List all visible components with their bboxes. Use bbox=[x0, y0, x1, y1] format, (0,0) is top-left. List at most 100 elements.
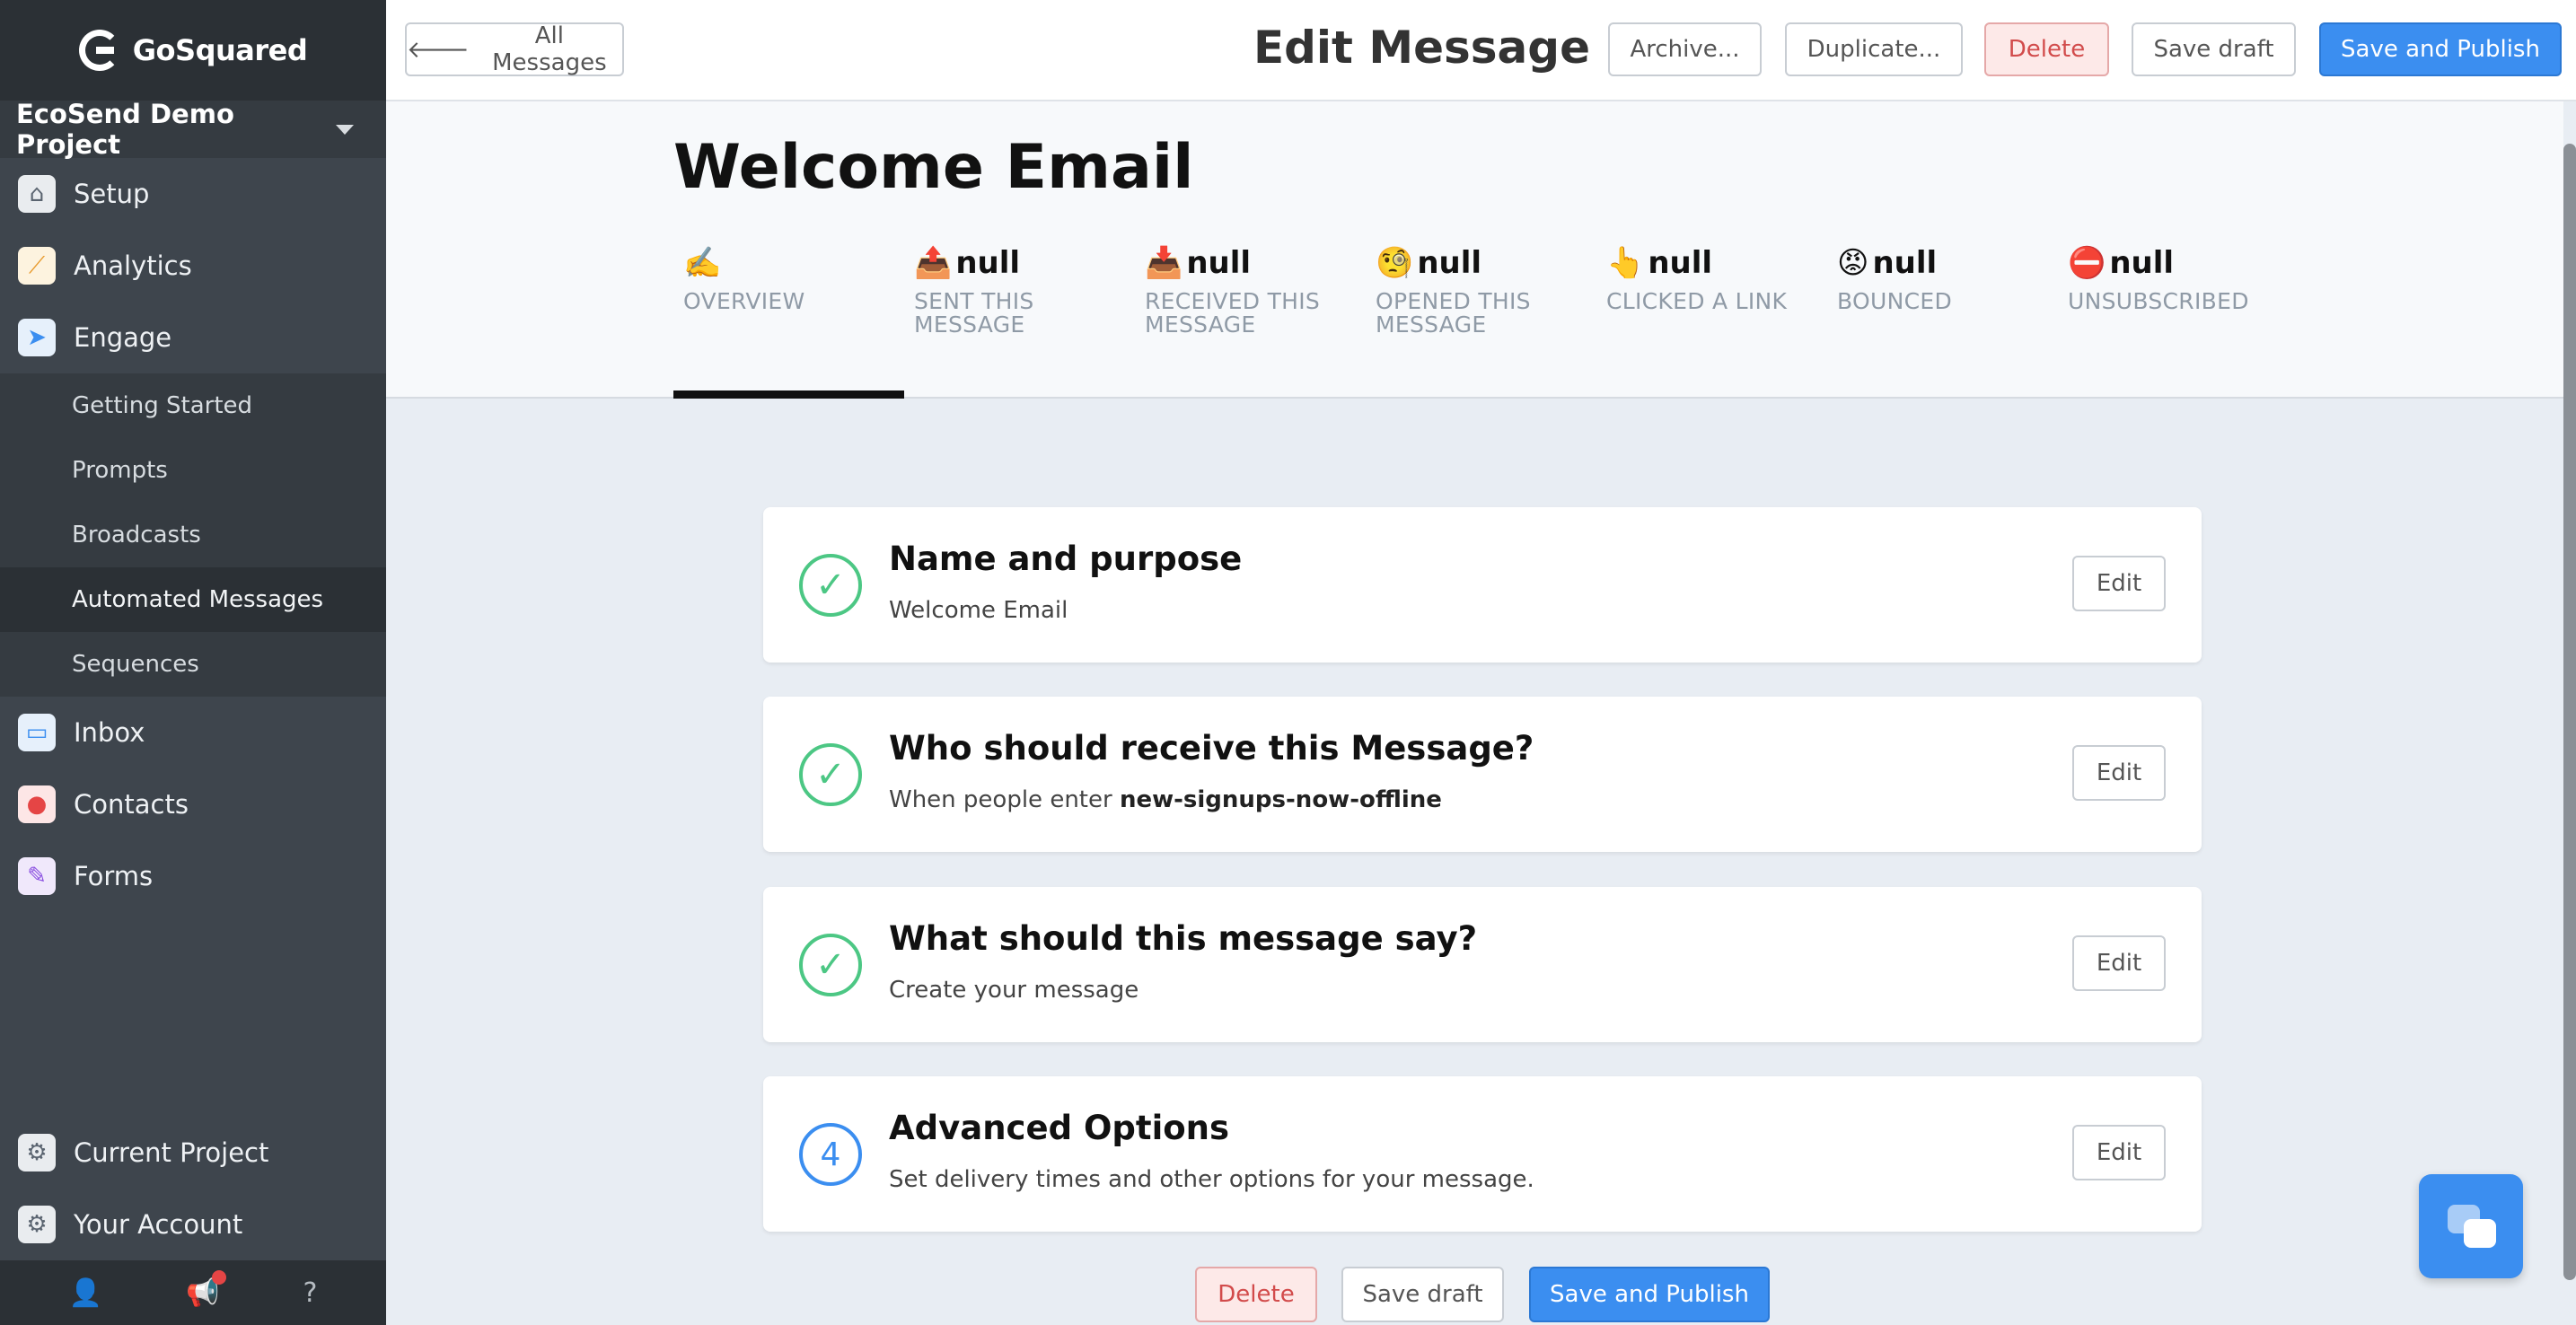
step-number-badge: 4 bbox=[799, 1123, 862, 1186]
sidebar-item-label: Contacts bbox=[74, 789, 189, 820]
brand[interactable]: GoSquared bbox=[0, 0, 386, 101]
step-card-message-content: ✓ What should this message say? Create y… bbox=[763, 887, 2202, 1042]
sidebar-item-label: Forms bbox=[74, 861, 154, 891]
edit-button[interactable]: Edit bbox=[2072, 556, 2166, 611]
tab-value: 😡 null bbox=[1837, 243, 2062, 283]
step-subtitle-prefix: When people enter bbox=[889, 786, 1120, 813]
all-messages-button[interactable]: 🡐 All Messages bbox=[405, 22, 624, 76]
step-title: Name and purpose bbox=[889, 540, 1243, 578]
sidebar-item-forms[interactable]: ✎ Forms bbox=[0, 840, 386, 912]
tab-count: null bbox=[2109, 245, 2175, 281]
sidebar-item-engage[interactable]: ➤ Engage bbox=[0, 302, 386, 373]
edit-button[interactable]: Edit bbox=[2072, 745, 2166, 801]
sidebar-item-inbox[interactable]: ▭ Inbox bbox=[0, 697, 386, 768]
sidebar-item-automated-messages[interactable]: Automated Messages bbox=[0, 567, 386, 632]
tab-value: 🧐 null bbox=[1376, 243, 1573, 283]
sidebar: GoSquared EcoSend Demo Project ⌂ Setup ⟋… bbox=[0, 0, 386, 1325]
home-icon: ⌂ bbox=[18, 175, 56, 213]
tab-label: OVERVIEW bbox=[683, 288, 805, 314]
tab-label: OPENED THIS MESSAGE bbox=[1376, 288, 1531, 338]
pencil-icon: ✎ bbox=[18, 857, 56, 895]
tab-unsubscribed[interactable]: ⛔ null UNSUBSCRIBED bbox=[2068, 243, 2292, 313]
project-selector[interactable]: EcoSend Demo Project bbox=[0, 99, 386, 160]
edit-button[interactable]: Edit bbox=[2072, 935, 2166, 991]
all-messages-label: All Messages bbox=[492, 22, 607, 76]
scrollbar[interactable] bbox=[2563, 144, 2576, 1280]
tab-value: 📤 null bbox=[914, 243, 1094, 283]
check-icon: ✓ bbox=[799, 934, 862, 996]
tab-overview[interactable]: ✍️ OVERVIEW bbox=[683, 243, 908, 313]
edit-button[interactable]: Edit bbox=[2072, 1125, 2166, 1180]
chat-widget-button[interactable] bbox=[2419, 1174, 2523, 1278]
footer-save-draft-button[interactable]: Save draft bbox=[1341, 1267, 1504, 1322]
sidebar-item-label: Your Account bbox=[74, 1209, 243, 1240]
page-title: Edit Message bbox=[1253, 22, 1590, 74]
user-icon[interactable]: 👤 bbox=[69, 1277, 102, 1309]
save-draft-button[interactable]: Save draft bbox=[2132, 22, 2296, 76]
sidebar-item-label: Setup bbox=[74, 179, 150, 209]
sidebar-item-label: Analytics bbox=[74, 250, 192, 281]
sidebar-item-label: Inbox bbox=[74, 717, 145, 748]
tab-count: null bbox=[1417, 245, 1482, 281]
tab-label: UNSUBSCRIBED bbox=[2068, 288, 2249, 314]
inbox-tray-icon: 📥 bbox=[1145, 245, 1183, 281]
sidebar-item-prompts[interactable]: Prompts bbox=[0, 438, 386, 503]
engage-submenu: Getting Started Prompts Broadcasts Autom… bbox=[0, 373, 386, 697]
send-icon: ➤ bbox=[18, 319, 56, 356]
help-icon[interactable]: ? bbox=[303, 1277, 317, 1309]
project-name: EcoSend Demo Project bbox=[16, 99, 234, 160]
step-title: Advanced Options bbox=[889, 1109, 1230, 1147]
active-tab-indicator bbox=[673, 390, 904, 399]
sidebar-item-sequences[interactable]: Sequences bbox=[0, 632, 386, 697]
gear-icon: ⚙ bbox=[18, 1206, 56, 1243]
tab-bounced[interactable]: 😡 null BOUNCED bbox=[1837, 243, 2062, 313]
brand-name: GoSquared bbox=[132, 33, 308, 67]
sidebar-item-analytics[interactable]: ⟋ Analytics bbox=[0, 230, 386, 302]
step-title: What should this message say? bbox=[889, 919, 1478, 958]
sidebar-item-contacts[interactable]: ● Contacts bbox=[0, 768, 386, 840]
sidebar-footer: 👤 📢 ? bbox=[0, 1260, 386, 1325]
tab-label: SENT THIS MESSAGE bbox=[914, 288, 1034, 338]
tab-count: null bbox=[1872, 245, 1938, 281]
tab-clicked[interactable]: 👆 null CLICKED A LINK bbox=[1606, 243, 1831, 313]
tab-sent[interactable]: 📤 null SENT THIS MESSAGE bbox=[914, 243, 1094, 338]
sidebar-item-setup[interactable]: ⌂ Setup bbox=[0, 158, 386, 230]
sidebar-item-broadcasts[interactable]: Broadcasts bbox=[0, 503, 386, 567]
step-subtitle: Create your message bbox=[889, 977, 1139, 1004]
step-card-advanced-options: 4 Advanced Options Set delivery times an… bbox=[763, 1076, 2202, 1232]
sidebar-item-label: Current Project bbox=[74, 1137, 269, 1168]
sidebar-item-getting-started[interactable]: Getting Started bbox=[0, 373, 386, 438]
chart-icon: ⟋ bbox=[18, 247, 56, 285]
sidebar-bottom: ⚙ Current Project ⚙ Your Account 👤 📢 ? bbox=[0, 1117, 386, 1325]
gosquared-logo-icon bbox=[78, 30, 120, 71]
check-icon: ✓ bbox=[799, 743, 862, 806]
angry-face-icon: 😡 bbox=[1837, 245, 1869, 281]
step-card-name-and-purpose: ✓ Name and purpose Welcome Email Edit bbox=[763, 507, 2202, 662]
step-subtitle: Set delivery times and other options for… bbox=[889, 1166, 1534, 1193]
archive-button[interactable]: Archive... bbox=[1608, 22, 1762, 76]
tab-opened[interactable]: 🧐 null OPENED THIS MESSAGE bbox=[1376, 243, 1573, 338]
top-bar: 🡐 All Messages Edit Message Archive... D… bbox=[386, 0, 2576, 101]
sidebar-item-your-account[interactable]: ⚙ Your Account bbox=[0, 1189, 386, 1260]
footer-save-and-publish-button[interactable]: Save and Publish bbox=[1529, 1267, 1770, 1322]
step-card-recipients: ✓ Who should receive this Message? When … bbox=[763, 697, 2202, 852]
footer-delete-button[interactable]: Delete bbox=[1195, 1267, 1317, 1322]
tab-value: ⛔ null bbox=[2068, 243, 2292, 283]
tab-value: 👆 null bbox=[1606, 243, 1831, 283]
tab-value: ✍️ bbox=[683, 243, 908, 283]
gear-icon: ⚙ bbox=[18, 1134, 56, 1171]
tab-count: null bbox=[955, 245, 1021, 281]
contact-icon: ● bbox=[18, 785, 56, 823]
save-and-publish-button[interactable]: Save and Publish bbox=[2319, 22, 2562, 76]
megaphone-icon[interactable]: 📢 bbox=[186, 1269, 227, 1309]
notification-dot bbox=[212, 1269, 227, 1285]
tab-received[interactable]: 📥 null RECEIVED THIS MESSAGE bbox=[1145, 243, 1342, 338]
delete-button[interactable]: Delete bbox=[1984, 22, 2109, 76]
no-entry-icon: ⛔ bbox=[2068, 245, 2106, 281]
message-title: Welcome Email bbox=[673, 132, 1194, 203]
tab-label: BOUNCED bbox=[1837, 288, 1952, 314]
duplicate-button[interactable]: Duplicate... bbox=[1785, 22, 1963, 76]
tab-label: RECEIVED THIS MESSAGE bbox=[1145, 288, 1321, 338]
sidebar-item-current-project[interactable]: ⚙ Current Project bbox=[0, 1117, 386, 1189]
chevron-down-icon bbox=[336, 124, 354, 135]
